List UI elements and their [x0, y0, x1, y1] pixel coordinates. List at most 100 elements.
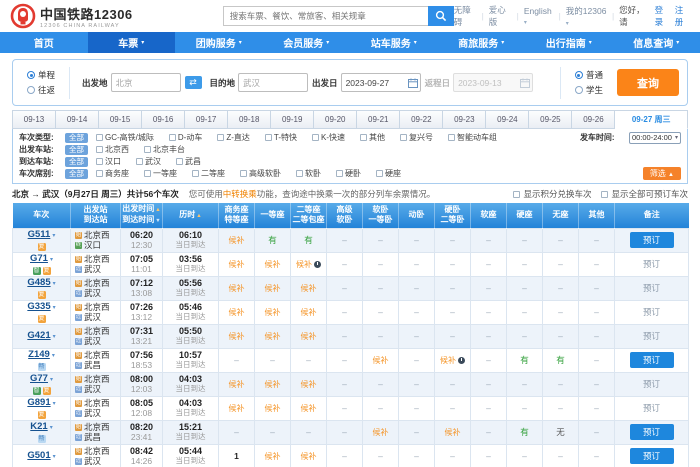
- filter-option[interactable]: 商务座: [96, 168, 129, 179]
- book-button[interactable]: 预订: [630, 424, 674, 440]
- my12306-menu[interactable]: 我的12306 ▾: [566, 5, 607, 27]
- from-station-input[interactable]: [111, 73, 181, 92]
- expand-row-icon[interactable]: ▾: [50, 257, 53, 263]
- date-tab-09-16[interactable]: 09-16: [142, 110, 185, 129]
- english-link[interactable]: English ▾: [524, 6, 554, 26]
- seat-waitlist[interactable]: 候补: [265, 284, 281, 293]
- expand-row-icon[interactable]: ▾: [53, 305, 56, 311]
- seat-waitlist[interactable]: 候补: [229, 284, 245, 293]
- swap-stations-icon[interactable]: ⇄: [185, 76, 202, 89]
- filter-option[interactable]: 智能动车组: [448, 132, 497, 143]
- filter-option[interactable]: 北京丰台: [144, 144, 185, 155]
- train-link-G511[interactable]: G511: [28, 229, 51, 240]
- seat-waitlist[interactable]: 候补: [229, 308, 245, 317]
- nav-item-info[interactable]: 信息查询▾: [613, 32, 700, 53]
- register-link[interactable]: 注册: [675, 4, 690, 28]
- filter-option[interactable]: 武汉: [136, 156, 161, 167]
- seat-waitlist[interactable]: 候补: [229, 332, 245, 341]
- sale-reminder-icon[interactable]: [314, 261, 321, 268]
- date-tab-09-20[interactable]: 09-20: [314, 110, 357, 129]
- expand-row-icon[interactable]: ▾: [53, 401, 56, 407]
- login-link[interactable]: 登录: [655, 4, 670, 28]
- seat-waitlist[interactable]: 候补: [229, 260, 245, 269]
- student-passenger-radio[interactable]: 学生: [575, 84, 603, 96]
- book-button[interactable]: 预订: [630, 352, 674, 368]
- filter-all-chip-train-type[interactable]: 全部: [65, 133, 88, 143]
- seat-waitlist[interactable]: 候补: [301, 284, 317, 293]
- date-tab-09-21[interactable]: 09-21: [357, 110, 400, 129]
- train-link-G421[interactable]: G421: [27, 330, 50, 341]
- date-tab-active[interactable]: 09-27 周三: [615, 110, 687, 129]
- filter-option[interactable]: 其他: [360, 132, 385, 143]
- date-tab-09-15[interactable]: 09-15: [99, 110, 142, 129]
- filter-all-chip-seat-class[interactable]: 全部: [65, 169, 88, 179]
- sale-reminder-icon[interactable]: [458, 357, 465, 364]
- filter-option[interactable]: 高级软卧: [240, 168, 281, 179]
- nav-item-member[interactable]: 会员服务▾: [263, 32, 351, 53]
- depart-time-select[interactable]: 00:00-24:00▾: [629, 132, 681, 144]
- search-button[interactable]: [428, 6, 454, 26]
- book-button-disabled[interactable]: 预订: [643, 403, 660, 413]
- seat-waitlist[interactable]: 候补: [373, 356, 389, 365]
- train-link-G891[interactable]: G891: [27, 397, 50, 408]
- book-button-disabled[interactable]: 预订: [643, 331, 660, 341]
- filter-option[interactable]: 硬座: [376, 168, 401, 179]
- seat-waitlist[interactable]: 候补: [301, 380, 317, 389]
- normal-passenger-radio[interactable]: 普通: [575, 69, 603, 81]
- seat-waitlist[interactable]: 候补: [229, 380, 245, 389]
- seat-waitlist[interactable]: 候补: [373, 428, 389, 437]
- expand-row-icon[interactable]: ▾: [53, 334, 56, 340]
- oneway-radio[interactable]: 单程: [27, 69, 55, 81]
- seat-waitlist[interactable]: 候补: [301, 332, 317, 341]
- date-tab-09-22[interactable]: 09-22: [400, 110, 443, 129]
- seat-waitlist[interactable]: 候补: [265, 380, 281, 389]
- filter-option[interactable]: 二等座: [192, 168, 225, 179]
- train-link-G501[interactable]: G501: [27, 450, 50, 461]
- calendar-icon[interactable]: [408, 78, 418, 88]
- filter-option[interactable]: 硬卧: [336, 168, 361, 179]
- expand-row-icon[interactable]: ▾: [50, 377, 53, 383]
- seat-waitlist[interactable]: 候补: [265, 404, 281, 413]
- seat-waitlist[interactable]: 候补: [445, 428, 461, 437]
- filter-all-chip-depart-station[interactable]: 全部: [65, 145, 88, 155]
- filter-option[interactable]: 武昌: [176, 156, 201, 167]
- seat-waitlist[interactable]: 候补: [265, 452, 281, 461]
- expand-row-icon[interactable]: ▾: [53, 281, 56, 287]
- sort-icon[interactable]: ▲: [155, 207, 160, 213]
- bookable-only-checkbox[interactable]: 显示全部可预订车次: [601, 188, 688, 200]
- filter-option[interactable]: 复兴号: [400, 132, 433, 143]
- date-tab-09-14[interactable]: 09-14: [56, 110, 99, 129]
- col-header-4[interactable]: 历时▲: [163, 203, 219, 228]
- date-tab-09-17[interactable]: 09-17: [185, 110, 228, 129]
- train-link-K21[interactable]: K21: [30, 421, 47, 432]
- seat-waitlist[interactable]: 候补: [229, 236, 245, 245]
- sort-icon[interactable]: ▲: [196, 213, 201, 219]
- col-header-3[interactable]: 出发时间▲到达时间▼: [121, 203, 163, 228]
- nav-item-group[interactable]: 团购服务▾: [175, 32, 263, 53]
- filter-option[interactable]: 汉口: [96, 156, 121, 167]
- accessibility-link[interactable]: 无障碍: [454, 4, 477, 28]
- expand-row-icon[interactable]: ▾: [53, 454, 56, 460]
- roundtrip-radio[interactable]: 往返: [27, 84, 55, 96]
- expand-row-icon[interactable]: ▾: [52, 353, 55, 359]
- date-tab-09-24[interactable]: 09-24: [486, 110, 529, 129]
- sort-icon[interactable]: ▼: [155, 218, 160, 224]
- expand-row-icon[interactable]: ▾: [52, 233, 55, 239]
- filter-option[interactable]: Z-直达: [217, 132, 250, 143]
- points-exchange-checkbox[interactable]: 显示积分兑换车次: [513, 188, 591, 200]
- date-tab-09-19[interactable]: 09-19: [271, 110, 314, 129]
- seat-waitlist[interactable]: 候补: [265, 308, 281, 317]
- train-link-G71[interactable]: G71: [30, 253, 48, 264]
- filter-option[interactable]: D-动车: [169, 132, 202, 143]
- train-link-G485[interactable]: G485: [27, 277, 50, 288]
- search-input[interactable]: [223, 6, 428, 26]
- date-tab-09-25[interactable]: 09-25: [529, 110, 572, 129]
- seat-waitlist[interactable]: 候补: [301, 404, 317, 413]
- seat-waitlist[interactable]: 候补: [440, 356, 456, 365]
- seat-waitlist[interactable]: 候补: [296, 260, 312, 269]
- train-link-Z149[interactable]: Z149: [28, 349, 50, 360]
- date-tab-09-18[interactable]: 09-18: [228, 110, 271, 129]
- care-version-link[interactable]: 爱心版: [489, 4, 512, 28]
- date-tab-09-26[interactable]: 09-26: [572, 110, 615, 129]
- book-button-disabled[interactable]: 预订: [643, 307, 660, 317]
